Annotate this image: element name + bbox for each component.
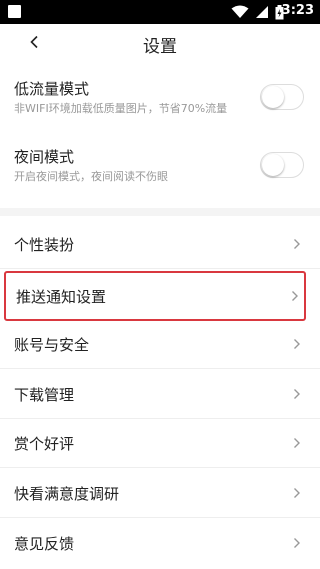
menu-item-label: 意见反馈	[14, 535, 75, 553]
menu-item-label: 账号与安全	[14, 336, 90, 354]
menu-item-download-management[interactable]: 下载管理	[0, 369, 320, 419]
chevron-right-icon	[294, 339, 300, 349]
wifi-icon	[231, 5, 249, 18]
menu-item-satisfaction-survey[interactable]: 快看满意度调研	[0, 468, 320, 518]
low-data-mode-row: 低流量模式 非WIFI环境加载低质量图片，节省70%流量	[0, 78, 320, 134]
toggle-knob	[262, 86, 284, 108]
page-title: 设置	[143, 37, 177, 57]
chevron-right-icon	[294, 538, 300, 548]
signal-icon	[256, 6, 268, 18]
menu-item-feedback[interactable]: 意见反馈	[0, 518, 320, 568]
menu-item-personalize[interactable]: 个性装扮	[0, 219, 320, 269]
section-divider	[0, 208, 320, 216]
low-data-mode-toggle[interactable]	[260, 84, 304, 110]
night-mode-label: 夜间模式	[14, 148, 75, 166]
status-icons	[231, 4, 284, 20]
menu-item-label: 快看满意度调研	[14, 485, 120, 503]
menu-item-label: 下载管理	[14, 386, 75, 404]
chevron-right-icon	[294, 389, 300, 399]
night-mode-description: 开启夜间模式，夜间阅读不伤眼	[14, 170, 168, 183]
night-mode-row: 夜间模式 开启夜间模式，夜间阅读不伤眼	[0, 146, 320, 202]
night-mode-toggle[interactable]	[260, 152, 304, 178]
chevron-right-icon	[292, 291, 298, 301]
chevron-right-icon	[294, 438, 300, 448]
menu-item-push-notifications[interactable]: 推送通知设置	[4, 271, 306, 321]
chevron-right-icon	[294, 488, 300, 498]
square-icon	[8, 5, 21, 18]
header: 设置	[0, 24, 320, 64]
toggle-knob	[262, 154, 284, 176]
clock: 3:23	[281, 3, 314, 18]
status-bar: 3:23	[0, 0, 320, 24]
low-data-mode-description: 非WIFI环境加载低质量图片，节省70%流量	[14, 102, 228, 115]
chevron-right-icon	[294, 239, 300, 249]
menu-item-label: 推送通知设置	[16, 288, 107, 306]
menu-item-rate-app[interactable]: 赏个好评	[0, 418, 320, 468]
menu-item-label: 赏个好评	[14, 435, 75, 453]
low-data-mode-label: 低流量模式	[14, 80, 90, 98]
menu-item-account-security[interactable]: 账号与安全	[0, 319, 320, 369]
menu-item-label: 个性装扮	[14, 236, 75, 254]
